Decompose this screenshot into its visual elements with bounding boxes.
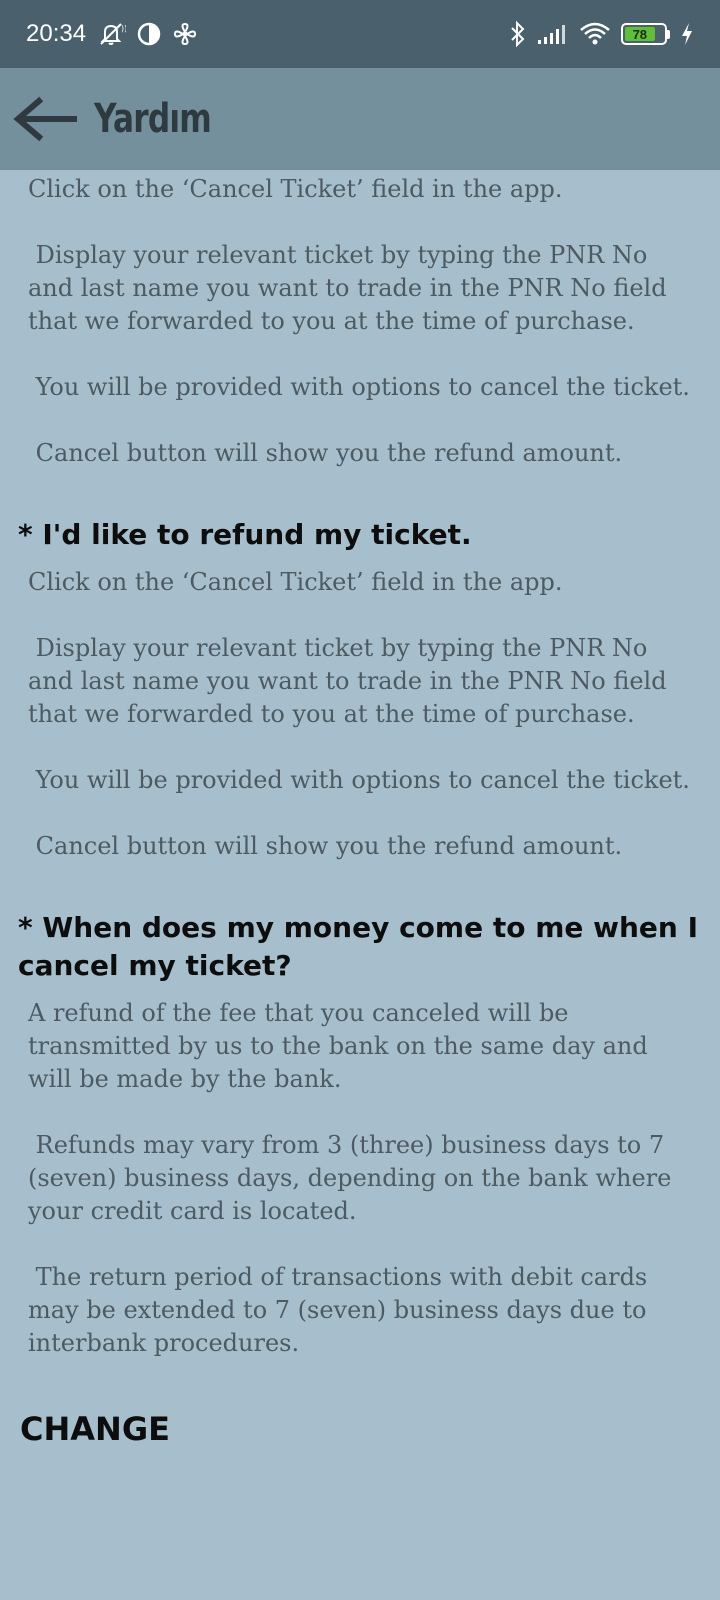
- app-bar: Yardım: [0, 68, 720, 170]
- faq-paragraph: The return period of transactions with d…: [28, 1263, 655, 1357]
- status-bar: 20:34 )): [0, 0, 720, 68]
- faq-paragraph: Cancel button will show you the refund a…: [28, 832, 623, 860]
- help-content[interactable]: Click on the ‘Cancel Ticket’ field in th…: [0, 170, 720, 1600]
- app-icon: [136, 21, 162, 47]
- svg-text:)): )): [121, 24, 126, 33]
- faq-section: * When does my money come to me when I c…: [0, 909, 720, 1360]
- back-button[interactable]: [6, 79, 86, 159]
- bluetooth-icon: [509, 20, 527, 48]
- faq-question: * When does my money come to me when I c…: [18, 911, 698, 982]
- wifi-icon: [579, 21, 611, 47]
- status-right: 78: [509, 20, 694, 48]
- faq-paragraph: A refund of the fee that you canceled wi…: [28, 999, 656, 1093]
- back-arrow-icon: [13, 96, 77, 142]
- faq-paragraph: Refunds may vary from 3 (three) business…: [28, 1131, 679, 1225]
- signal-icon: [537, 22, 569, 46]
- faq-section: Click on the ‘Cancel Ticket’ field in th…: [0, 170, 720, 470]
- mute-icon: )): [96, 21, 126, 47]
- faq-paragraph: Cancel button will show you the refund a…: [28, 439, 623, 467]
- page-title: Yardım: [94, 96, 212, 142]
- faq-paragraph: You will be provided with options to can…: [28, 373, 690, 401]
- faq-paragraph: You will be provided with options to can…: [28, 766, 690, 794]
- faq-section: * I'd like to refund my ticket. Click on…: [0, 516, 720, 863]
- faq-paragraph: Click on the ‘Cancel Ticket’ field in th…: [28, 568, 563, 596]
- faq-question: * I'd like to refund my ticket.: [18, 518, 472, 551]
- faq-paragraph: Display your relevant ticket by typing t…: [28, 241, 675, 335]
- fan-icon: [172, 21, 198, 47]
- faq-paragraph: Display your relevant ticket by typing t…: [28, 634, 675, 728]
- status-left: 20:34 )): [26, 20, 198, 48]
- battery-icon: 78: [621, 23, 670, 45]
- change-heading: CHANGE: [20, 1410, 170, 1448]
- charging-icon: [680, 22, 694, 46]
- faq-paragraph: Click on the ‘Cancel Ticket’ field in th…: [28, 175, 563, 203]
- status-time: 20:34: [26, 20, 87, 47]
- battery-level: 78: [625, 27, 655, 42]
